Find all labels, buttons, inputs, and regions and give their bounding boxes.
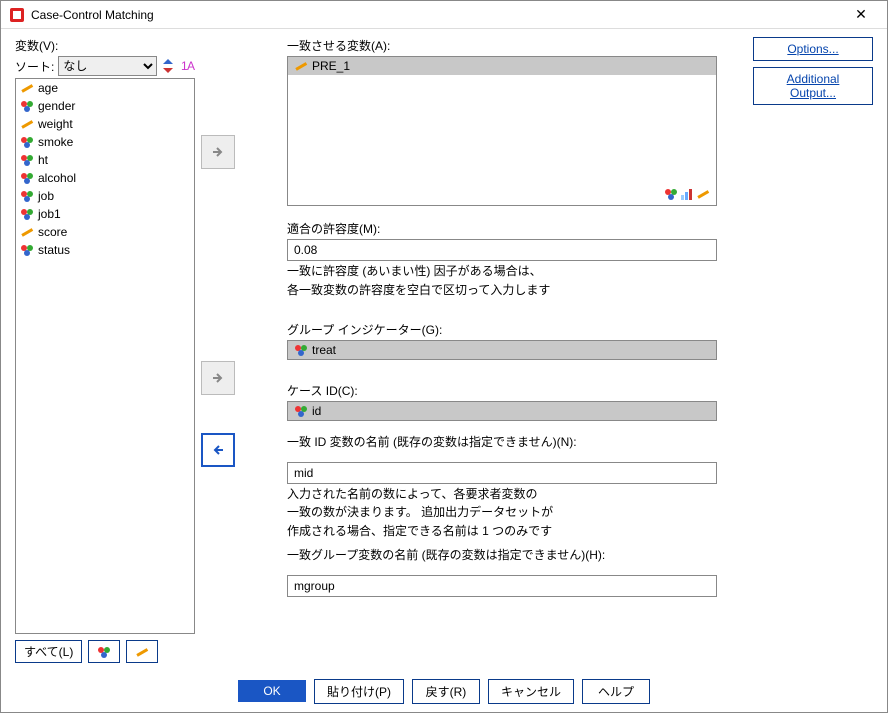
- cancel-button[interactable]: キャンセル: [488, 679, 574, 704]
- filter-nominal-button[interactable]: [88, 640, 120, 663]
- app-icon: [9, 7, 25, 23]
- match-group-input[interactable]: [287, 575, 717, 597]
- mid-help1: 入力された名前の数によって、各要求者変数の: [287, 486, 717, 503]
- move-to-group-button[interactable]: [201, 361, 235, 395]
- paste-button[interactable]: 貼り付け(P): [314, 679, 404, 704]
- case-id-box[interactable]: id: [287, 401, 717, 421]
- window-title: Case-Control Matching: [31, 8, 843, 22]
- button-bar: OK 貼り付け(P) 戻す(R) キャンセル ヘルプ: [1, 676, 887, 712]
- move-to-caseid-button[interactable]: [201, 433, 235, 467]
- match-var-item[interactable]: PRE_1: [288, 57, 716, 75]
- title-bar: Case-Control Matching ✕: [1, 1, 887, 29]
- variable-item[interactable]: ht: [16, 151, 194, 169]
- variable-item[interactable]: job1: [16, 205, 194, 223]
- tolerance-input[interactable]: [287, 239, 717, 261]
- match-group-label: 一致グループ変数の名前 (既存の変数は指定できません)(H):: [287, 546, 717, 563]
- match-var-name: PRE_1: [312, 59, 350, 73]
- mid-help3: 作成される場合、指定できる名前は 1 つのみです: [287, 523, 717, 540]
- additional-output-button[interactable]: Additional Output...: [753, 67, 873, 105]
- move-to-match-button[interactable]: [201, 135, 235, 169]
- match-vars-label: 一致させる変数(A):: [287, 37, 717, 54]
- help-button[interactable]: ヘルプ: [582, 679, 650, 704]
- match-id-label: 一致 ID 変数の名前 (既存の変数は指定できません)(N):: [287, 433, 717, 450]
- ok-button[interactable]: OK: [238, 680, 306, 702]
- variable-item[interactable]: score: [16, 223, 194, 241]
- select-all-button[interactable]: すべて(L): [15, 640, 82, 663]
- match-vars-box[interactable]: PRE_1: [287, 56, 717, 206]
- type-icons: [664, 187, 710, 201]
- sort-alpha-icon[interactable]: 1A: [179, 58, 195, 74]
- reset-button[interactable]: 戻す(R): [412, 679, 480, 704]
- variable-item[interactable]: smoke: [16, 133, 194, 151]
- tolerance-help2: 各一致変数の許容度を空白で区切って入力します: [287, 282, 717, 299]
- case-id-value: id: [312, 404, 321, 418]
- match-id-input[interactable]: [287, 462, 717, 484]
- sort-select[interactable]: なし: [58, 56, 157, 76]
- variable-item[interactable]: age: [16, 79, 194, 97]
- group-indicator-box[interactable]: treat: [287, 340, 717, 360]
- case-id-label: ケース ID(C):: [287, 382, 717, 399]
- mid-help2: 一致の数が決まります。 追加出力データセットが: [287, 504, 717, 521]
- variable-item[interactable]: weight: [16, 115, 194, 133]
- group-indicator-label: グループ インジケーター(G):: [287, 321, 717, 338]
- variable-item[interactable]: job: [16, 187, 194, 205]
- variable-item[interactable]: gender: [16, 97, 194, 115]
- tolerance-help1: 一致に許容度 (あいまい性) 因子がある場合は、: [287, 263, 717, 280]
- svg-text:A: A: [187, 59, 195, 73]
- sort-label: ソート:: [15, 58, 54, 75]
- sort-updown-icon[interactable]: [161, 58, 175, 74]
- variable-item[interactable]: status: [16, 241, 194, 259]
- variable-list[interactable]: agegenderweightsmokehtalcoholjobjob1scor…: [15, 78, 195, 634]
- tolerance-label: 適合の許容度(M):: [287, 220, 717, 237]
- close-button[interactable]: ✕: [843, 6, 879, 23]
- variable-item[interactable]: alcohol: [16, 169, 194, 187]
- variables-label: 変数(V):: [15, 37, 195, 54]
- filter-scale-button[interactable]: [126, 640, 158, 663]
- options-button[interactable]: Options...: [753, 37, 873, 61]
- group-indicator-value: treat: [312, 343, 336, 357]
